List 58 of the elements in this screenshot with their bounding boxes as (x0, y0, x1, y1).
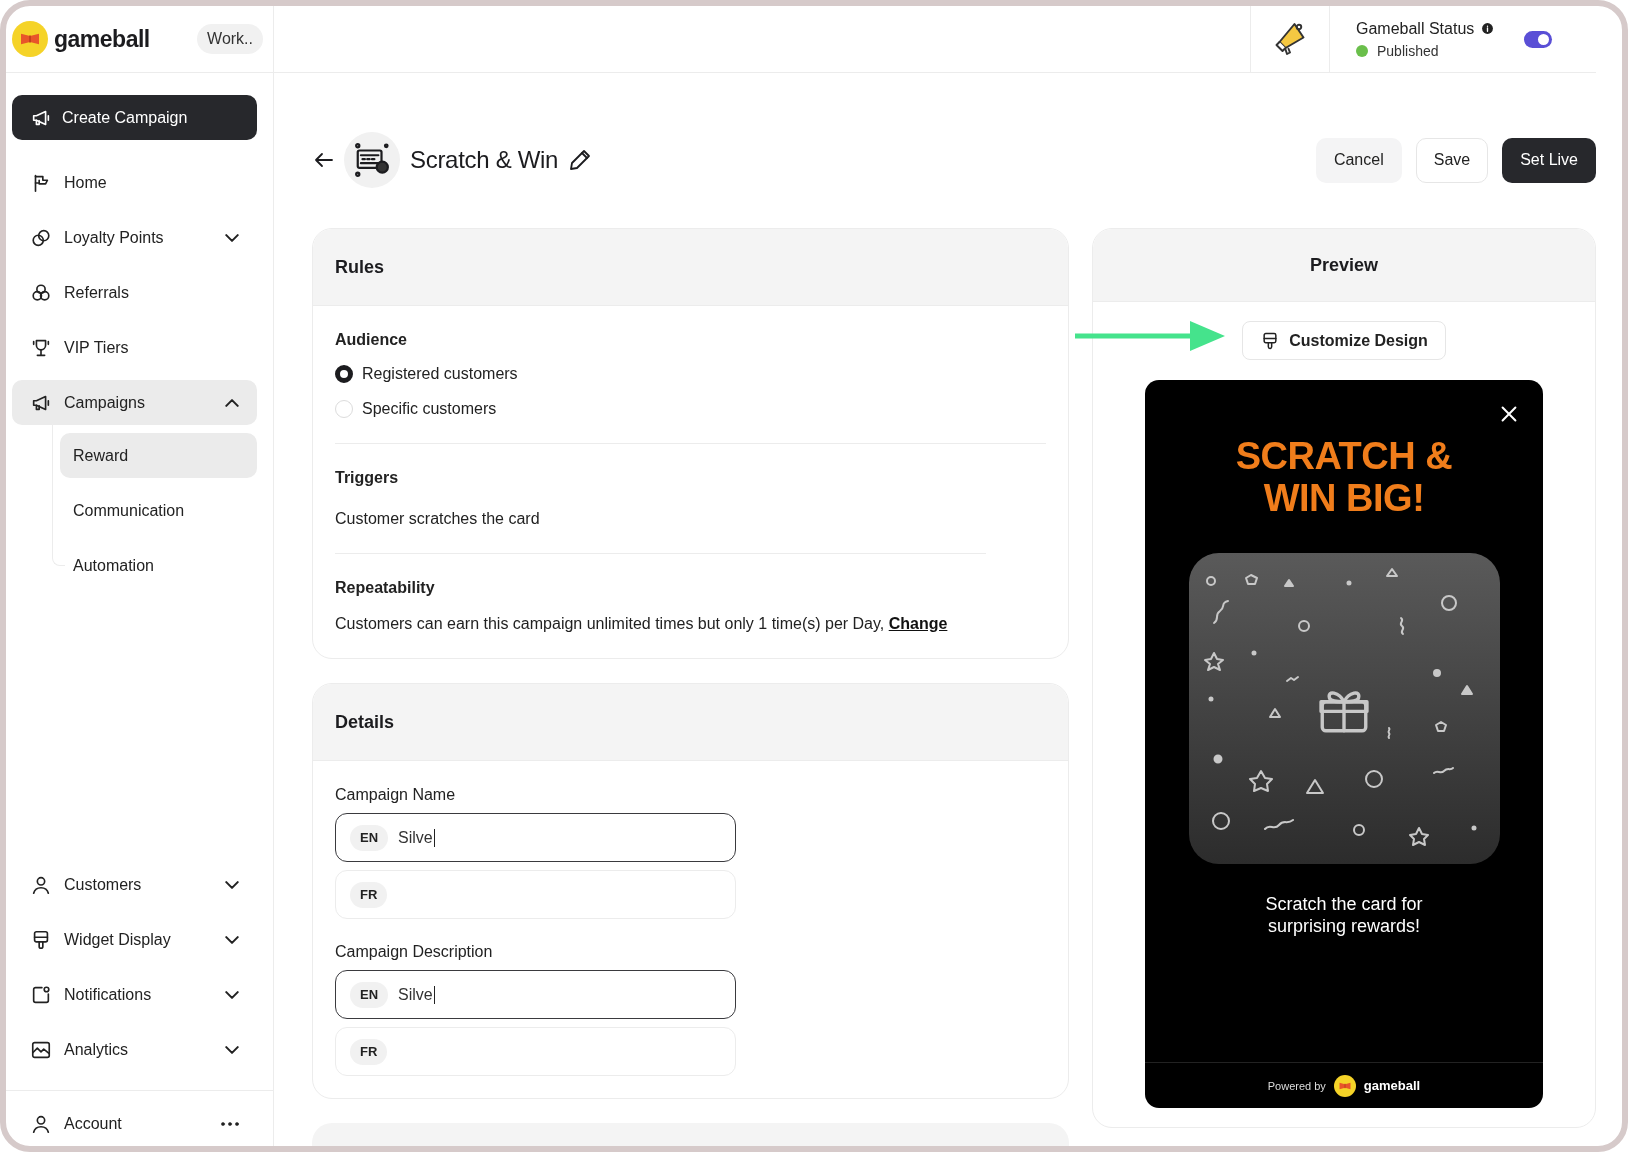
logo-icon (12, 21, 48, 57)
field-label: Campaign Description (335, 942, 494, 962)
action-button[interactable]: Cancel (1315, 137, 1402, 183)
text-field[interactable]: FR (335, 870, 736, 919)
scratch-card[interactable] (1188, 553, 1500, 864)
card-title: Details (335, 711, 395, 733)
brand-name: gameball (1363, 1078, 1421, 1093)
section-heading: Audience (335, 330, 408, 350)
sidebar-item[interactable]: Referrals (12, 270, 257, 315)
status-text: Published (1377, 42, 1439, 59)
customize-design-button[interactable]: Customize Design (1242, 321, 1446, 360)
sidebar-item[interactable]: VIP Tiers (12, 325, 257, 370)
section-heading: Repeatability (335, 578, 436, 598)
sidebar-subitem[interactable]: Communication (60, 488, 257, 533)
workspace-selector[interactable]: Work.. (197, 24, 263, 54)
logo-icon (1333, 1074, 1356, 1097)
sidebar-item[interactable]: Campaigns (12, 380, 257, 425)
trigger-text: Customer scratches the card (335, 509, 541, 529)
powered-by-text: Powered by (1267, 1079, 1326, 1092)
sidebar-item[interactable]: Home (12, 160, 257, 205)
sidebar-subitem[interactable]: Reward (60, 433, 257, 478)
sidebar-item[interactable]: Analytics (12, 1027, 257, 1072)
repeatability-text: Customers can earn this campaign unlimited times but only 1 time(s) per Day, Change (335, 614, 949, 634)
action-button[interactable]: Set Live (1502, 137, 1596, 183)
status-label: Gameball Status (1356, 19, 1475, 38)
ticket-icon (353, 141, 391, 179)
language-badge: EN (350, 824, 389, 851)
text-field[interactable]: EN Silve (335, 813, 736, 862)
language-badge: FR (350, 881, 388, 908)
account-item[interactable]: Account (12, 1101, 257, 1146)
sidebar-subitem[interactable]: Automation (60, 543, 257, 588)
sidebar-item[interactable]: Loyalty Points (12, 215, 257, 260)
circles-icon (30, 281, 52, 304)
radio-option[interactable]: Registered customers (335, 359, 1046, 389)
pencil-icon[interactable] (568, 148, 593, 172)
sidebar-item[interactable]: Notifications (12, 972, 257, 1017)
text-field[interactable]: FR (335, 1027, 736, 1076)
popup-message: Scratch the card for surprising rewards! (1264, 893, 1424, 937)
language-badge: FR (350, 1038, 388, 1065)
popup-heading: SCRATCH & WIN BIG! (1234, 435, 1454, 519)
sidebar-item[interactable]: Widget Display (12, 917, 257, 962)
field-label: Campaign Name (335, 785, 457, 805)
card-title: Preview (1309, 254, 1378, 276)
status-toggle[interactable] (1524, 30, 1552, 48)
notification-icon (30, 983, 52, 1006)
radio-option[interactable]: Specific customers (335, 394, 1046, 424)
section-heading: Triggers (335, 468, 400, 488)
info-icon (1481, 22, 1495, 35)
create-campaign-button[interactable]: Create Campaign (12, 95, 257, 140)
sidebar-item[interactable]: Customers (12, 862, 257, 907)
change-link[interactable]: Change (888, 615, 948, 632)
action-button[interactable]: Save (1415, 137, 1489, 183)
brand-name: gameball (54, 25, 150, 53)
text-field[interactable]: EN Silve (335, 970, 736, 1019)
page-title: Scratch & Win (410, 146, 559, 174)
card-title: Rules (335, 256, 385, 278)
language-badge: EN (350, 981, 389, 1008)
more-icon (221, 1121, 239, 1126)
